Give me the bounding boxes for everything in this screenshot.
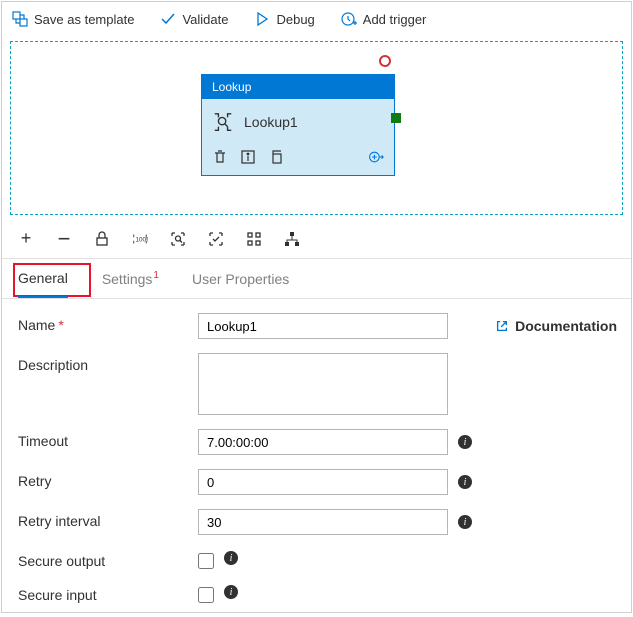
play-icon [254,11,270,27]
lock-icon[interactable] [94,231,110,247]
name-label: Name* [18,313,198,333]
debug-button[interactable]: Debug [254,11,314,27]
retry-interval-input[interactable] [198,509,448,535]
retry-input[interactable] [198,469,448,495]
description-input[interactable] [198,353,448,415]
tab-user-properties[interactable]: User Properties [192,261,289,297]
add-trigger-button[interactable]: Add trigger [341,11,427,27]
secure-input-checkbox[interactable] [198,587,214,603]
info-icon[interactable]: i [458,435,472,449]
timeout-input[interactable] [198,429,448,455]
settings-error-badge: 1 [153,270,159,281]
add-output-icon[interactable] [368,149,384,165]
zoom-100-icon[interactable]: 100% [132,231,148,247]
auto-layout-icon[interactable] [208,231,224,247]
copy-icon[interactable] [268,149,284,165]
info-icon[interactable]: i [224,585,238,599]
delete-icon[interactable] [212,149,228,165]
lookup-icon [212,111,234,133]
save-template-icon [12,11,28,27]
documentation-link[interactable]: Documentation [495,318,617,334]
name-input[interactable] [198,313,448,339]
secure-output-checkbox[interactable] [198,553,214,569]
description-label: Description [18,353,198,373]
info-icon[interactable]: i [458,515,472,529]
retry-interval-label: Retry interval [18,509,198,529]
check-icon [160,11,176,27]
info-brackets-icon[interactable] [240,149,256,165]
connection-handle[interactable] [391,113,401,123]
design-canvas[interactable]: Lookup Lookup1 [10,41,623,215]
secure-output-label: Secure output [18,549,198,569]
validate-label: Validate [182,12,228,27]
hierarchy-icon[interactable] [284,231,300,247]
node-title: Lookup1 [244,114,298,130]
activity-node-lookup[interactable]: Lookup Lookup1 [201,74,395,176]
external-link-icon [495,319,509,333]
svg-text:100%: 100% [136,236,148,243]
debug-label: Debug [276,12,314,27]
zoom-in-button[interactable]: + [18,231,34,247]
info-icon[interactable]: i [458,475,472,489]
timeout-label: Timeout [18,429,198,449]
properties-tabs: General Settings1 User Properties [2,259,631,299]
save-template-button[interactable]: Save as template [12,11,134,27]
canvas-toolbar: + − 100% [2,219,631,259]
validation-error-dot [379,55,391,67]
add-trigger-label: Add trigger [363,12,427,27]
clock-plus-icon [341,11,357,27]
general-form: Name* Description Timeout i Retry i Retr… [2,299,631,617]
fit-screen-icon[interactable] [170,231,186,247]
tab-general[interactable]: General [18,260,68,298]
save-template-label: Save as template [34,12,134,27]
info-icon[interactable]: i [224,551,238,565]
secure-input-label: Secure input [18,583,198,603]
retry-label: Retry [18,469,198,489]
grid-icon[interactable] [246,231,262,247]
zoom-out-button[interactable]: − [56,231,72,247]
validate-button[interactable]: Validate [160,11,228,27]
node-type-label: Lookup [202,75,394,99]
tab-settings[interactable]: Settings1 [102,261,158,297]
top-toolbar: Save as template Validate Debug Add trig… [2,2,631,36]
